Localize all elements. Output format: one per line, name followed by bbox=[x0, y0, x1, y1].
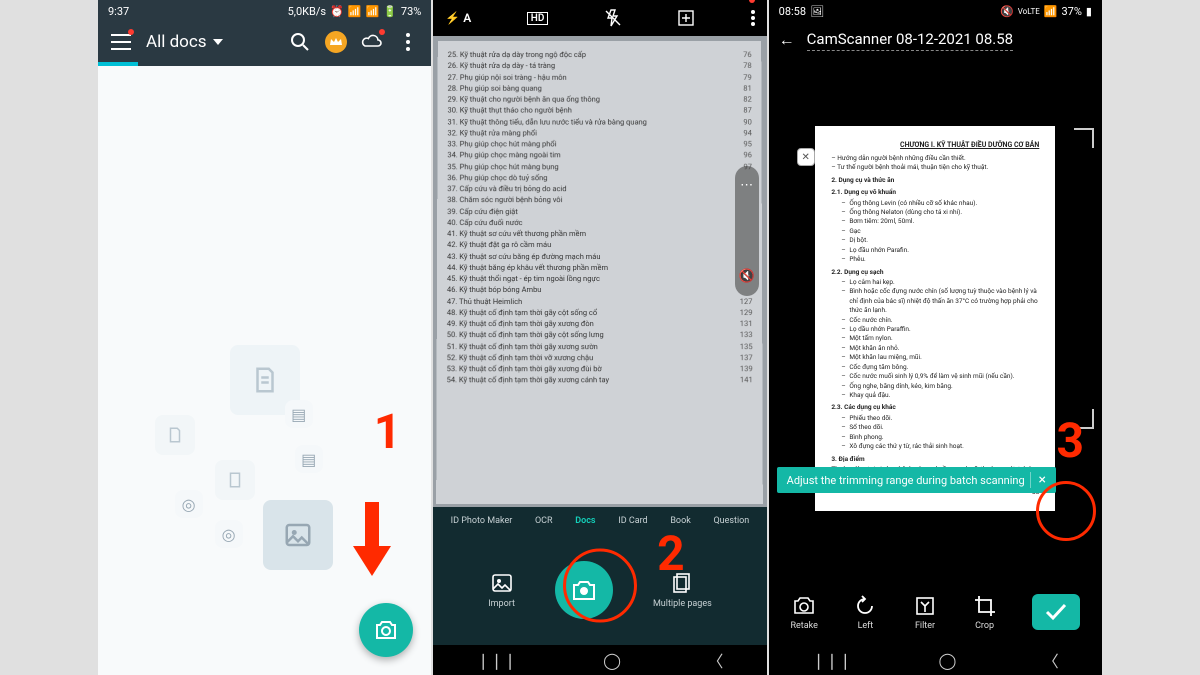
scan-camera-fab[interactable] bbox=[359, 603, 413, 657]
mode-tab-id-card[interactable]: ID Card bbox=[618, 516, 647, 526]
app-header: All docs bbox=[98, 22, 431, 62]
header-title-dropdown[interactable]: All docs bbox=[146, 32, 223, 52]
back-button[interactable]: 〈 bbox=[707, 648, 723, 672]
camera-viewfinder[interactable]: 25. Kỹ thuật rửa dạ dày trong ngộ độc cấ… bbox=[433, 36, 766, 507]
edit-toolbar: Retake Left Filter Crop bbox=[769, 579, 1102, 645]
doc-icon bbox=[215, 460, 255, 500]
wifi-icon: 📶 bbox=[366, 5, 380, 18]
filter-button[interactable]: Filter bbox=[913, 594, 937, 631]
doc-icon: ◎ bbox=[215, 520, 243, 548]
mode-tab-docs[interactable]: Docs bbox=[575, 516, 595, 526]
capture-bar: 2 Import Multiple pages bbox=[433, 535, 766, 645]
back-button[interactable]: ← bbox=[779, 30, 795, 50]
android-navbar: ❘❘❘ ◯ 〈 bbox=[769, 645, 1102, 675]
status-bar: 9:37 5,0KB/s ⏰ 📶 📶 🔋 73% bbox=[98, 0, 431, 22]
flash-auto-button[interactable]: ⚡A bbox=[445, 11, 471, 25]
status-battery: 37% bbox=[1062, 5, 1082, 18]
hint-toast: Adjust the trimming range during batch s… bbox=[777, 467, 1056, 493]
empty-docs-body: ▤ ▤ ◎ ◎ 1 bbox=[98, 66, 431, 675]
cloud-sync-icon[interactable] bbox=[361, 31, 383, 53]
side-controls: ⋯ 🔇 bbox=[735, 166, 759, 296]
vibrate-icon: 🔇 bbox=[1000, 5, 1014, 18]
home-button[interactable]: ◯ bbox=[938, 651, 956, 670]
scan-mode-tabs: ID Photo MakerOCRDocsID CardBookQuestion bbox=[433, 507, 766, 535]
doc-icon bbox=[155, 415, 195, 455]
hd-toggle[interactable]: HD bbox=[527, 12, 549, 25]
import-button[interactable]: Import bbox=[488, 571, 515, 609]
android-navbar: ❘❘❘ ◯ 〈 bbox=[433, 645, 766, 675]
image-icon bbox=[490, 571, 514, 595]
tutorial-step-1: 1 bbox=[374, 403, 402, 460]
tutorial-arrow-icon bbox=[353, 502, 389, 580]
tutorial-highlight-ring bbox=[563, 549, 637, 623]
screenshot-icon: 🖼 bbox=[810, 5, 824, 18]
crop-icon bbox=[973, 594, 997, 618]
signal-icon: 📶 bbox=[1044, 5, 1058, 18]
status-battery: 73% bbox=[401, 5, 421, 18]
close-hint-button[interactable]: × bbox=[1030, 472, 1046, 488]
scanned-page-preview: CHƯƠNG I. KỸ THUẬT ĐIỀU DƯỠNG CƠ BẢN– Hư… bbox=[815, 126, 1055, 511]
status-net: 5,0KB/s bbox=[288, 5, 327, 18]
doc-icon: ▤ bbox=[285, 400, 313, 428]
volte-icon: VoLTE bbox=[1018, 7, 1040, 16]
camera-top-bar: ⚡A HD bbox=[433, 0, 766, 36]
document-preview: 25. Kỹ thuật rửa dạ dày trong ngộ độc cấ… bbox=[437, 41, 764, 504]
mode-tab-ocr[interactable]: OCR bbox=[535, 516, 553, 526]
doc-icon: ◎ bbox=[175, 490, 203, 518]
phone-3-crop: 08:58 🖼 🔇 VoLTE 📶 37% ▮ ← CamScanner 08-… bbox=[769, 0, 1102, 675]
tutorial-step-3: 3 bbox=[1056, 412, 1084, 469]
doc-icon: ▤ bbox=[295, 445, 323, 473]
tutorial-highlight-ring bbox=[1036, 481, 1096, 541]
retake-button[interactable]: Retake bbox=[790, 594, 817, 631]
recents-button[interactable]: ❘❘❘ bbox=[812, 651, 852, 670]
battery-icon: 🔋 bbox=[383, 5, 397, 18]
more-icon[interactable] bbox=[751, 10, 755, 26]
more-icon[interactable] bbox=[397, 31, 419, 53]
crop-area[interactable]: ✕ CHƯƠNG I. KỸ THUẬT ĐIỀU DƯỠNG CƠ BẢN– … bbox=[769, 58, 1102, 579]
phone-1-all-docs: 9:37 5,0KB/s ⏰ 📶 📶 🔋 73% All docs bbox=[98, 0, 431, 675]
crop-handle-tr[interactable] bbox=[1074, 128, 1094, 148]
chevron-down-icon bbox=[213, 39, 223, 45]
rotate-left-button[interactable]: Left bbox=[853, 594, 877, 631]
image-icon bbox=[263, 500, 333, 570]
status-time: 9:37 bbox=[108, 5, 129, 18]
recents-button[interactable]: ❘❘❘ bbox=[477, 651, 517, 670]
document-title[interactable]: CamScanner 08-12-2021 08.58 bbox=[807, 30, 1013, 51]
enhance-icon[interactable] bbox=[677, 9, 695, 27]
home-button[interactable]: ◯ bbox=[603, 651, 621, 670]
empty-state-illustration: ▤ ▤ ◎ ◎ bbox=[155, 345, 375, 565]
more-dots-icon[interactable]: ⋯ bbox=[740, 178, 753, 193]
back-button[interactable]: 〈 bbox=[1043, 648, 1059, 672]
menu-icon[interactable] bbox=[110, 31, 132, 53]
status-time: 08:58 bbox=[779, 5, 806, 18]
phone-2-camera: ⚡A HD 25. Kỹ thuật rửa dạ dày trong ngộ … bbox=[433, 0, 766, 675]
edit-header: ← CamScanner 08-12-2021 08.58 bbox=[769, 22, 1102, 58]
flash-off-icon[interactable] bbox=[604, 9, 622, 27]
mode-tab-id-photo-maker[interactable]: ID Photo Maker bbox=[451, 516, 513, 526]
status-bar: 08:58 🖼 🔇 VoLTE 📶 37% ▮ bbox=[769, 0, 1102, 22]
battery-icon: ▮ bbox=[1086, 5, 1092, 18]
mute-icon[interactable]: 🔇 bbox=[739, 269, 755, 284]
crop-button[interactable]: Crop bbox=[973, 594, 997, 631]
mode-tab-question[interactable]: Question bbox=[713, 516, 749, 526]
filter-icon bbox=[913, 594, 937, 618]
crown-premium-icon[interactable] bbox=[325, 31, 347, 53]
rotate-icon bbox=[853, 594, 877, 618]
confirm-button[interactable] bbox=[1032, 594, 1080, 630]
camera-icon bbox=[792, 594, 816, 618]
delete-page-icon[interactable]: ✕ bbox=[797, 148, 815, 166]
search-icon[interactable] bbox=[289, 31, 311, 53]
signal-icon: 📶 bbox=[348, 5, 362, 18]
alarm-icon: ⏰ bbox=[330, 5, 344, 18]
tutorial-step-2: 2 bbox=[657, 525, 685, 582]
